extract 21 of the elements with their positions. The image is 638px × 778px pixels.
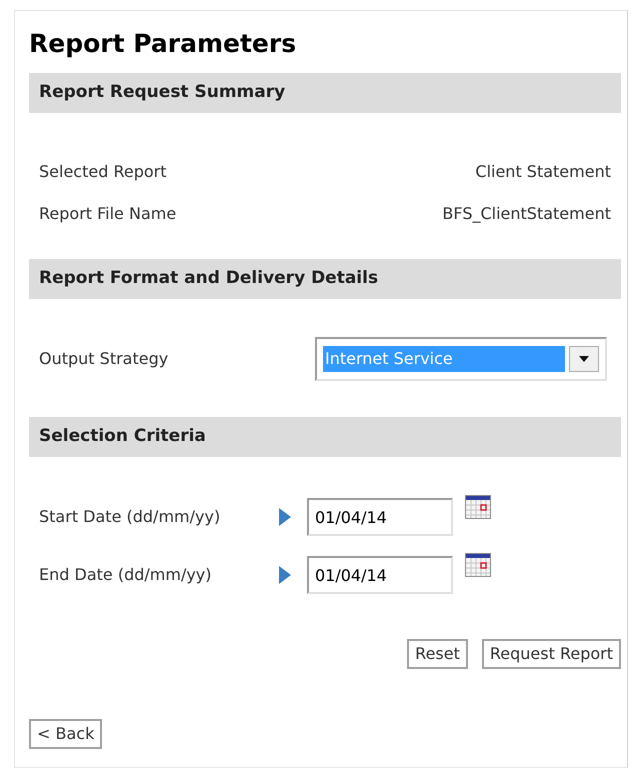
field-value: BFS_ClientStatement	[442, 203, 611, 225]
field-label: Report File Name	[39, 203, 176, 225]
date-input[interactable]: 01/04/14	[307, 556, 453, 594]
section-header: Report Format and Delivery Details	[29, 259, 621, 299]
calendar-icon[interactable]	[465, 495, 491, 519]
calendar-icon[interactable]	[465, 553, 491, 577]
field-label: Start Date (dd/mm/yy)	[39, 506, 222, 528]
field-value: Client Statement	[475, 161, 611, 183]
field-label: Selected Report	[39, 161, 166, 183]
caret-icon[interactable]	[569, 346, 599, 372]
triangle-icon	[279, 566, 291, 584]
section-header: Selection Criteria	[29, 417, 621, 457]
field-label: Output Strategy	[39, 348, 170, 370]
triangle-icon	[279, 508, 291, 526]
page-title: Report Parameters	[29, 28, 298, 60]
action-button[interactable]: Reset	[407, 639, 468, 669]
field-label: End Date (dd/mm/yy)	[39, 564, 213, 586]
date-input[interactable]: 01/04/14	[307, 498, 453, 536]
back-button[interactable]: < Back	[29, 719, 102, 749]
action-button[interactable]: Request Report	[482, 639, 621, 669]
section-header: Report Request Summary	[29, 73, 621, 113]
